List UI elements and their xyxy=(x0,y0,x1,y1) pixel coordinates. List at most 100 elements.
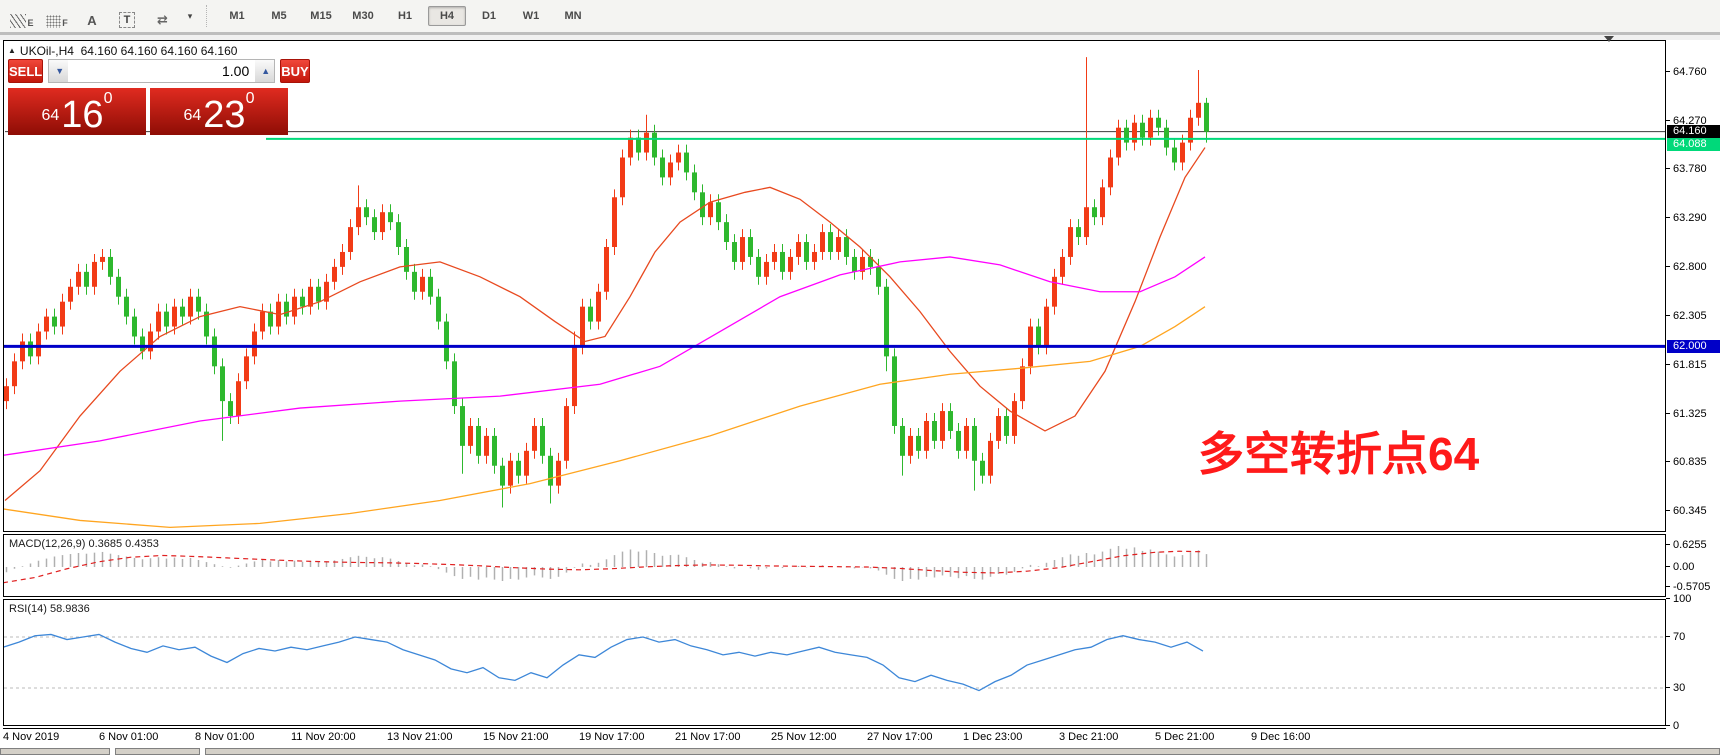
candle-body xyxy=(740,237,745,262)
candle-body xyxy=(644,132,649,153)
candle-body xyxy=(364,207,369,218)
candle-body xyxy=(180,306,185,317)
candle-body xyxy=(148,331,153,352)
volume-input[interactable] xyxy=(68,60,256,82)
window-tab[interactable] xyxy=(115,748,200,755)
time-label: 11 Nov 20:00 xyxy=(291,731,356,743)
candle-body xyxy=(468,425,473,446)
candle-body xyxy=(516,460,521,476)
candle-body xyxy=(428,276,433,297)
price-badge: 64.160 xyxy=(1667,125,1720,138)
timeframe-button-d1[interactable]: D1 xyxy=(470,6,508,26)
candle-body xyxy=(1076,227,1081,238)
macd-label: MACD(12,26,9) 0.3685 0.4353 xyxy=(9,538,159,550)
candle-body xyxy=(876,266,881,287)
candle-body xyxy=(36,331,41,357)
price-badge: 62.000 xyxy=(1667,340,1720,353)
text-tool-icon[interactable]: A xyxy=(79,4,105,28)
candle-body xyxy=(404,246,409,272)
rsi-axis-tick: 0 xyxy=(1666,720,1679,732)
buy-button[interactable]: BUY xyxy=(280,59,310,83)
timeframe-button-h4[interactable]: H4 xyxy=(428,6,466,26)
candle-body xyxy=(1012,401,1017,436)
candle-body xyxy=(700,192,705,218)
time-label: 13 Nov 21:00 xyxy=(387,731,453,743)
one-click-trading-widget: SELL ▼ ▲ BUY 64 16 0 64 23 0 xyxy=(8,59,310,135)
time-axis[interactable]: 4 Nov 2019 6 Nov 01:00 8 Nov 01:00 11 Nov 2… xyxy=(3,728,1666,747)
price-tick: 61.815 xyxy=(1666,359,1707,371)
candle-body xyxy=(724,222,729,243)
chart-shift-marker-icon[interactable] xyxy=(1604,36,1614,42)
ask-price-panel[interactable]: 64 23 0 xyxy=(150,88,288,135)
candle-body xyxy=(1100,187,1105,218)
candle-body xyxy=(284,301,289,317)
candle-body xyxy=(716,202,721,223)
candle-body xyxy=(636,137,641,153)
elliott-wave-icon[interactable]: E xyxy=(9,4,35,28)
candle-body xyxy=(4,386,9,402)
candle-body xyxy=(412,271,417,292)
timeframe-button-m1[interactable]: M1 xyxy=(218,6,256,26)
price-axis[interactable]: 64.760 64.270 63.780 63.290 62.800 62.305 61.8… xyxy=(1666,40,1720,732)
candle-body xyxy=(668,162,673,178)
candle-body xyxy=(508,460,513,486)
candle-body xyxy=(140,336,145,352)
price-tick: 63.290 xyxy=(1666,212,1707,224)
candle-body xyxy=(948,411,953,431)
toolbar: E F A T ⇄ ▾ M1 M5 M15 M30 H1 H4 D1 W1 MN xyxy=(0,0,1720,33)
bid-price-panel[interactable]: 64 16 0 xyxy=(8,88,146,135)
timeframe-button-mn[interactable]: MN xyxy=(554,6,592,26)
candle-body xyxy=(372,217,377,233)
candle-body xyxy=(988,440,993,476)
candle-body xyxy=(228,401,233,417)
bid-price-major: 64 xyxy=(41,107,60,124)
fibonacci-grid-icon[interactable]: F xyxy=(44,4,70,28)
candle-body xyxy=(172,306,177,327)
window-tab[interactable] xyxy=(205,748,1720,755)
toolbar-separator xyxy=(206,5,208,27)
timeframe-button-m5[interactable]: M5 xyxy=(260,6,298,26)
ask-price-pips: 23 xyxy=(203,94,246,136)
candle-body xyxy=(796,242,801,257)
candle-body xyxy=(548,455,553,486)
volume-decrease-button[interactable]: ▼ xyxy=(49,60,69,82)
candle-body xyxy=(772,251,777,262)
volume-stepper: ▼ ▲ xyxy=(48,59,276,83)
price-tick: 60.345 xyxy=(1666,505,1707,517)
candle-body xyxy=(612,197,617,247)
text-label-icon[interactable]: T xyxy=(114,4,140,28)
candle-body xyxy=(476,425,481,456)
timeframe-button-h1[interactable]: H1 xyxy=(386,6,424,26)
candle-body xyxy=(500,465,505,486)
candle-body xyxy=(12,361,17,387)
volume-increase-button[interactable]: ▲ xyxy=(255,60,275,82)
candle-body xyxy=(652,132,657,158)
arrows-tool-icon[interactable]: ⇄ xyxy=(149,4,175,28)
macd-panel[interactable]: MACD(12,26,9) 0.3685 0.4353 xyxy=(3,534,1666,597)
window-tab[interactable] xyxy=(0,748,110,755)
candle-body xyxy=(268,311,273,327)
candle-body xyxy=(756,256,761,277)
rsi-line xyxy=(4,633,1204,692)
chart-text-annotation[interactable]: 多空转折点64 xyxy=(1198,418,1479,484)
rsi-panel[interactable]: RSI(14) 58.9836 xyxy=(3,599,1666,726)
candle-body xyxy=(628,137,633,158)
candle-body xyxy=(236,381,241,417)
candle-body xyxy=(916,435,921,451)
candle-body xyxy=(1156,117,1161,128)
timeframe-button-m30[interactable]: M30 xyxy=(344,6,382,26)
candle-body xyxy=(564,406,569,461)
dropdown-caret-icon[interactable]: ▾ xyxy=(184,4,194,28)
macd-axis-tick: -0.5705 xyxy=(1666,581,1710,593)
timeframe-button-m15[interactable]: M15 xyxy=(302,6,340,26)
candle-body xyxy=(1124,127,1129,143)
candle-body xyxy=(1196,102,1201,118)
candle-body xyxy=(1052,276,1057,307)
price-badge: 64.088 xyxy=(1667,138,1720,151)
candle-body xyxy=(20,341,25,362)
candle-body xyxy=(220,366,225,402)
sell-button[interactable]: SELL xyxy=(8,59,44,83)
collapse-triangle-icon[interactable]: ▲ xyxy=(8,46,16,55)
candle-body xyxy=(1148,117,1153,138)
timeframe-button-w1[interactable]: W1 xyxy=(512,6,550,26)
